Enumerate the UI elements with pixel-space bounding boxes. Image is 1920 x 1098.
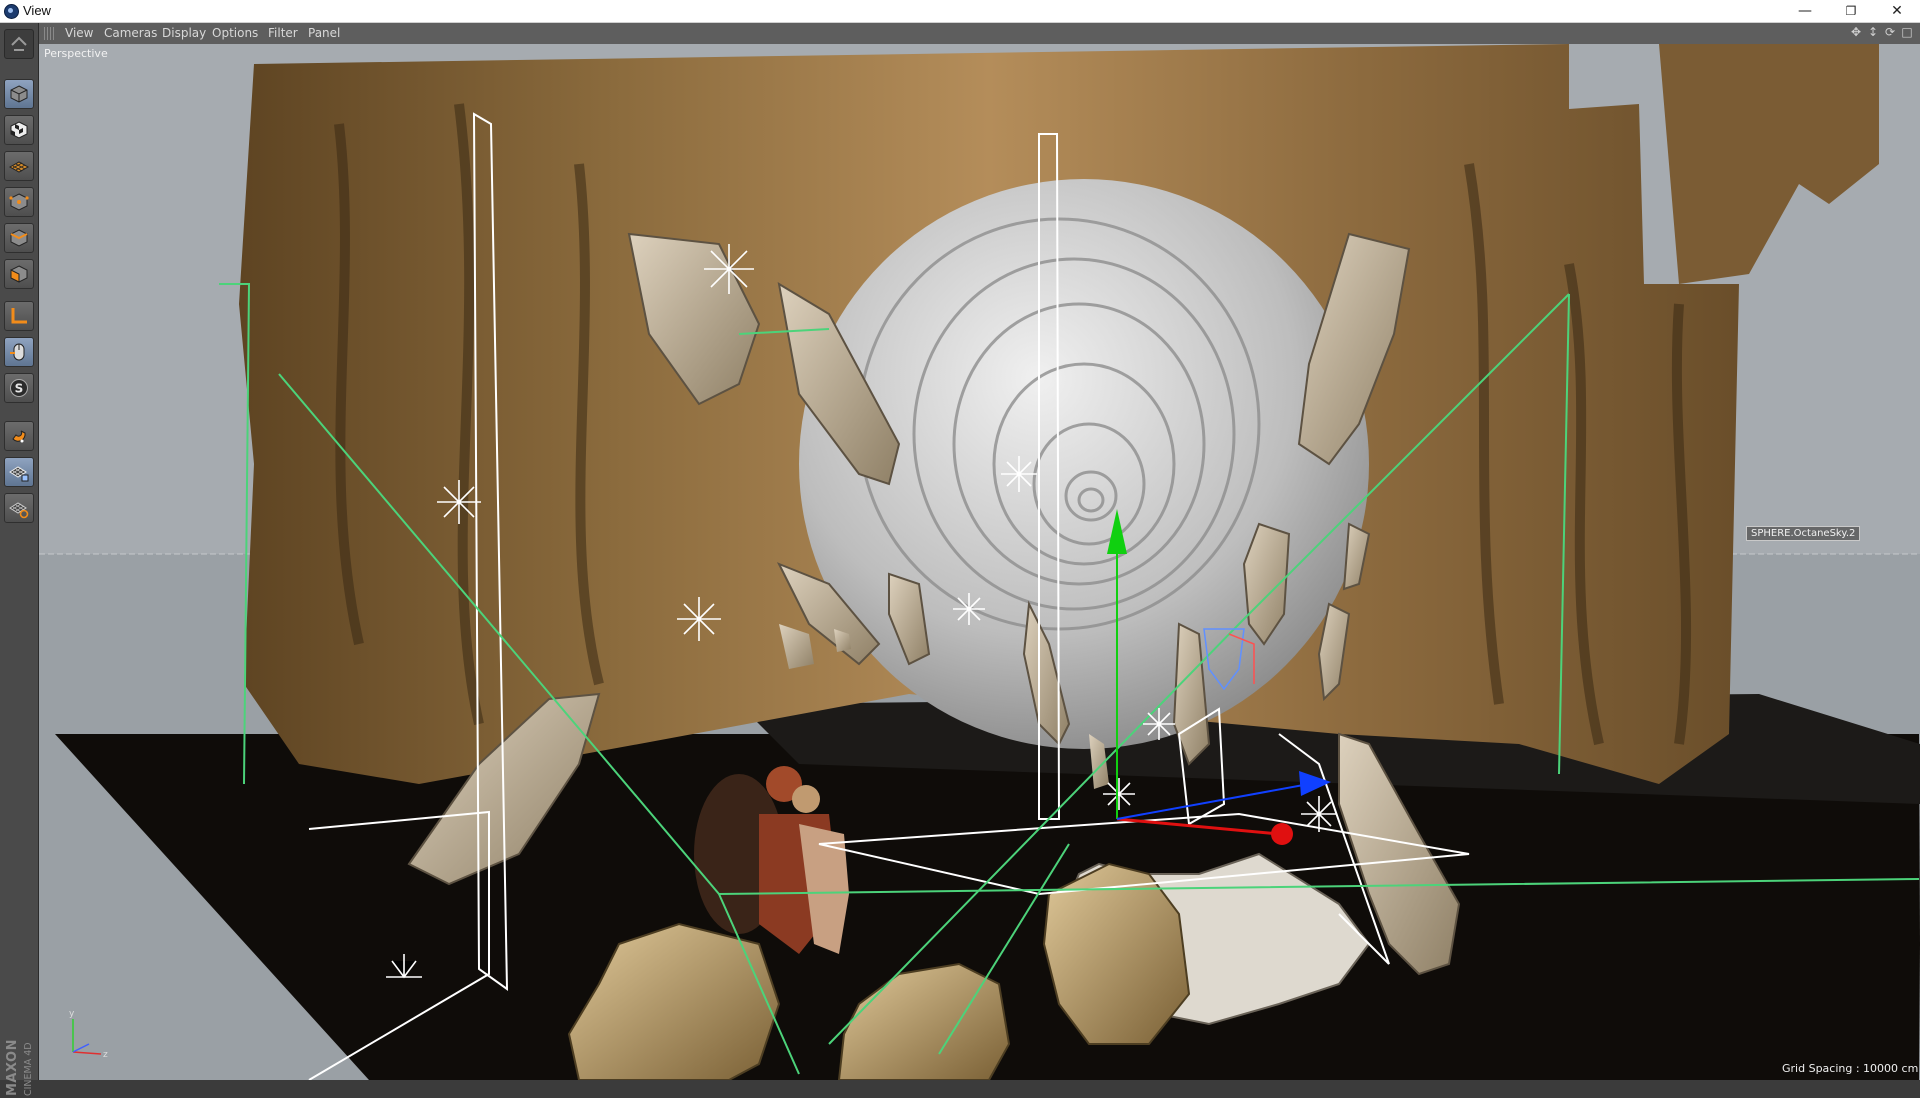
move-view-icon[interactable]: ✥ — [1849, 25, 1863, 40]
svg-text:MAXON: MAXON — [5, 1039, 20, 1096]
svg-text:z: z — [103, 1050, 108, 1060]
edges-mode-icon[interactable] — [4, 223, 34, 253]
workplane-mode-icon[interactable] — [4, 151, 34, 181]
viewport-navigation-icons: ✥ ↕ ⟳ □ — [1849, 25, 1914, 42]
rotate-view-icon[interactable]: ⟳ — [1883, 25, 1897, 40]
minimize-button[interactable]: — — [1782, 0, 1828, 22]
axis-mode-icon[interactable] — [4, 301, 34, 331]
zoom-view-icon[interactable]: ↕ — [1866, 25, 1880, 40]
title-bar: View — ❐ ✕ — [0, 0, 1920, 23]
camera-label: Perspective — [44, 47, 108, 60]
solo-mode-icon[interactable]: S — [4, 373, 34, 403]
cinema4d-app-icon — [4, 4, 19, 19]
svg-text:S: S — [15, 382, 24, 396]
menu-cameras[interactable]: Cameras — [104, 26, 157, 40]
mode-toolbar: S MAXON CINEMA 4D — [0, 23, 39, 1096]
snap-icon[interactable] — [4, 421, 34, 451]
workplane-lock-icon[interactable] — [4, 457, 34, 487]
perspective-viewport[interactable]: y z — [39, 44, 1920, 1080]
viewport-menu-bar: View Cameras Display Options Filter Pane… — [0, 23, 1920, 45]
menu-panel[interactable]: Panel — [308, 26, 340, 40]
svg-text:CINEMA 4D: CINEMA 4D — [23, 1042, 34, 1096]
undo-view-icon[interactable] — [4, 29, 34, 59]
maxon-cinema4d-logo: MAXON CINEMA 4D — [5, 1039, 34, 1096]
close-button[interactable]: ✕ — [1874, 0, 1920, 22]
svg-text:y: y — [69, 1009, 75, 1019]
menu-display[interactable]: Display — [162, 26, 206, 40]
model-mode-icon[interactable] — [4, 79, 34, 109]
tweak-mode-icon[interactable] — [4, 337, 34, 367]
menu-filter[interactable]: Filter — [268, 26, 298, 40]
selected-object-label[interactable]: SPHERE.OctaneSky.2 — [1746, 526, 1861, 541]
scene-render[interactable]: y z — [39, 44, 1920, 1080]
menu-options[interactable]: Options — [212, 26, 258, 40]
menu-view[interactable]: View — [65, 26, 93, 40]
menu-grip-icon[interactable] — [44, 27, 54, 40]
points-mode-icon[interactable] — [4, 187, 34, 217]
toggle-view-layout-icon[interactable]: □ — [1900, 25, 1914, 40]
locked-workplane-icon[interactable] — [4, 493, 34, 523]
polygons-mode-icon[interactable] — [4, 259, 34, 289]
cinema4d-view-window: View — ❐ ✕ View Cameras Display Options … — [0, 0, 1920, 1096]
grid-spacing-readout: Grid Spacing : 10000 cm — [1782, 1062, 1919, 1075]
window-title: View — [23, 3, 51, 18]
texture-mode-icon[interactable] — [4, 115, 34, 145]
restore-button[interactable]: ❐ — [1828, 0, 1874, 22]
